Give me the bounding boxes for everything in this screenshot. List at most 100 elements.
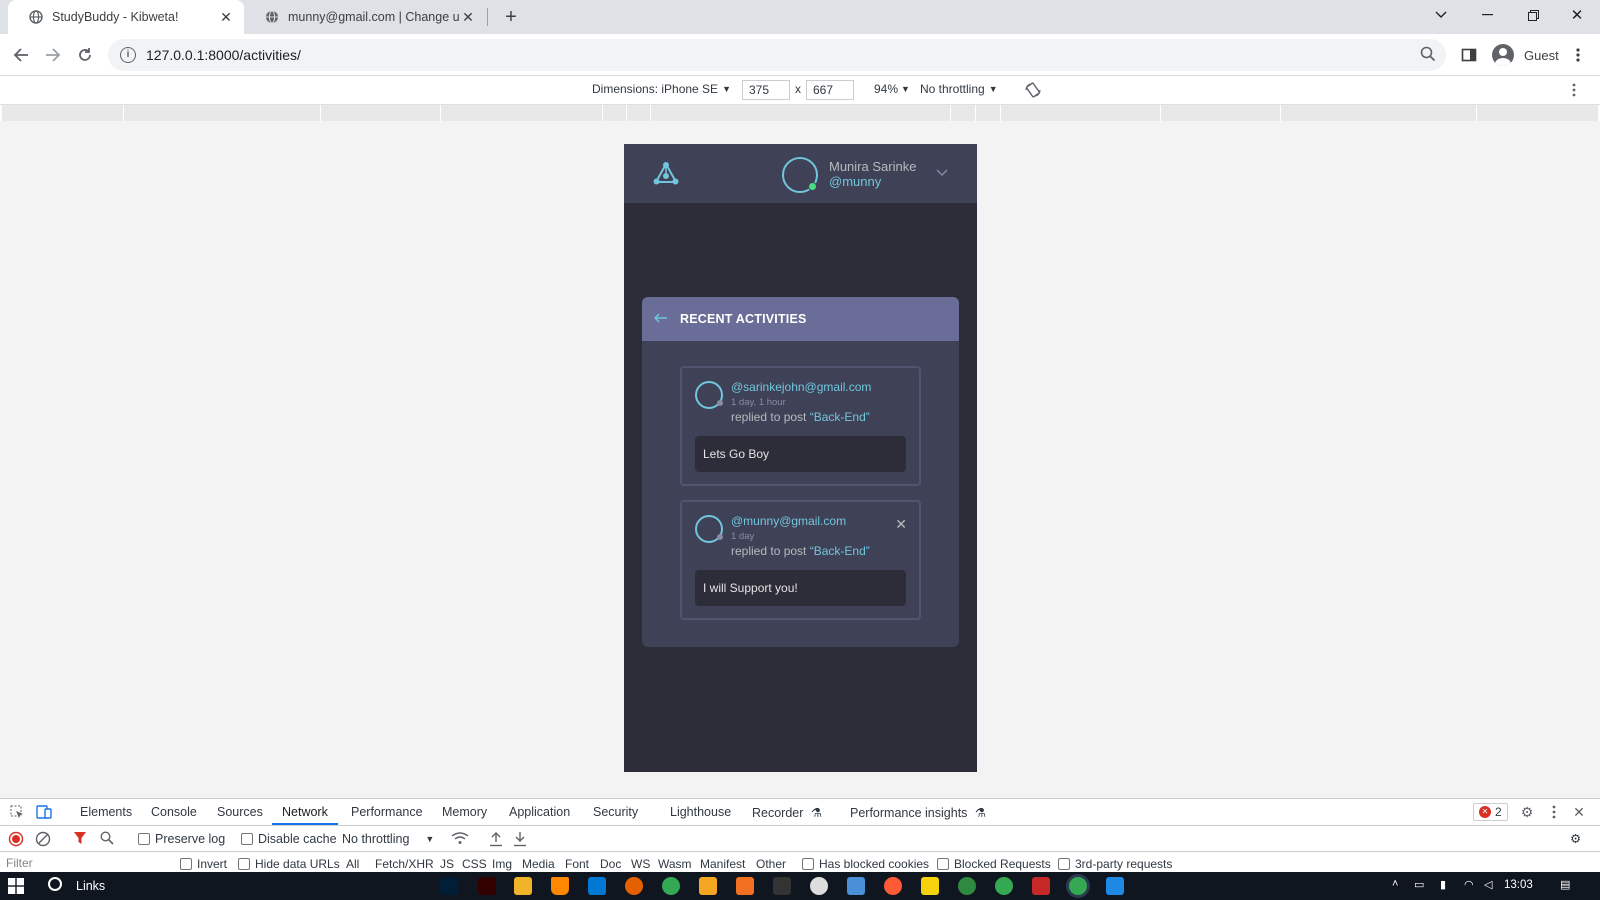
studybuddy-logo-icon[interactable] bbox=[652, 160, 680, 188]
chrome-active-icon[interactable] bbox=[1069, 877, 1087, 895]
checkbox-box[interactable] bbox=[180, 858, 192, 870]
kebab-menu-icon[interactable] bbox=[1568, 42, 1588, 68]
inspect-element-icon[interactable] bbox=[8, 804, 26, 820]
chevron-down-icon[interactable] bbox=[936, 166, 948, 180]
settings-gear-icon[interactable]: ⚙ bbox=[1518, 804, 1536, 820]
taskbar-search-icon[interactable] bbox=[48, 877, 62, 891]
hide-data-urls-checkbox[interactable]: Hide data URLs bbox=[238, 857, 340, 871]
activity-post-link[interactable]: “Back-End” bbox=[810, 410, 870, 424]
network-settings-icon[interactable]: ⚙ bbox=[1570, 831, 1581, 846]
sublime-icon[interactable] bbox=[699, 877, 717, 895]
close-window-icon[interactable]: ✕ bbox=[1554, 0, 1600, 30]
device-toolbar-icon[interactable] bbox=[35, 804, 53, 820]
devtools-tab-network[interactable]: Network bbox=[282, 805, 328, 819]
filter-type-css[interactable]: CSS bbox=[462, 857, 487, 871]
rotate-icon[interactable] bbox=[1024, 81, 1042, 99]
filter-type-js[interactable]: JS bbox=[440, 857, 454, 871]
blocked-requests-checkbox[interactable]: Blocked Requests bbox=[937, 857, 1051, 871]
back-icon[interactable] bbox=[8, 42, 34, 68]
app-circle-icon[interactable] bbox=[810, 877, 828, 895]
vscode-icon[interactable] bbox=[588, 877, 606, 895]
close-tab-icon[interactable]: ✕ bbox=[460, 9, 476, 25]
filter-type-media[interactable]: Media bbox=[522, 857, 555, 871]
chrome-icon[interactable] bbox=[662, 877, 680, 895]
devtools-tab-performance[interactable]: Performance bbox=[351, 805, 423, 819]
taskbar-clock[interactable]: 13:03 bbox=[1504, 879, 1533, 891]
activity-avatar[interactable] bbox=[695, 381, 723, 409]
preserve-log-checkbox[interactable]: Preserve log bbox=[138, 832, 225, 846]
throttling-select[interactable]: No throttling ▼ bbox=[920, 82, 998, 96]
address-bar[interactable]: i 127.0.0.1:8000/activities/ bbox=[108, 39, 1446, 71]
virtualbox-icon[interactable] bbox=[847, 877, 865, 895]
clear-icon[interactable] bbox=[35, 831, 51, 847]
delete-activity-icon[interactable]: ✕ bbox=[895, 516, 907, 533]
chrome-icon[interactable] bbox=[995, 877, 1013, 895]
export-har-icon[interactable] bbox=[513, 831, 527, 847]
activity-user[interactable]: @munny@gmail.com bbox=[731, 514, 846, 528]
tab-studybuddy[interactable]: StudyBuddy - Kibweta! ✕ bbox=[8, 0, 244, 34]
filter-type-other[interactable]: Other bbox=[756, 857, 786, 871]
filter-type-font[interactable]: Font bbox=[565, 857, 589, 871]
filter-type-wasm[interactable]: Wasm bbox=[658, 857, 692, 871]
checkbox-box[interactable] bbox=[138, 833, 150, 845]
new-tab-button[interactable]: + bbox=[500, 6, 522, 28]
devtools-tab-performance-insights[interactable]: Performance insights ⚗ bbox=[850, 805, 986, 820]
invert-checkbox[interactable]: Invert bbox=[180, 857, 227, 871]
devtools-tab-console[interactable]: Console bbox=[151, 805, 197, 819]
filter-type-fetch-xhr[interactable]: Fetch/XHR bbox=[375, 857, 434, 871]
search-icon[interactable] bbox=[100, 831, 114, 845]
devtools-tab-elements[interactable]: Elements bbox=[80, 805, 132, 819]
volume-icon[interactable]: ◁ bbox=[1484, 878, 1492, 891]
vlc-icon[interactable] bbox=[551, 877, 569, 895]
filter-type-ws[interactable]: WS bbox=[631, 857, 650, 871]
filter-type-img[interactable]: Img bbox=[492, 857, 512, 871]
zoom-icon[interactable] bbox=[1420, 46, 1436, 66]
checkbox-box[interactable] bbox=[238, 858, 250, 870]
disable-cache-checkbox[interactable]: Disable cache bbox=[241, 832, 337, 846]
reload-icon[interactable] bbox=[72, 42, 98, 68]
minimize-icon[interactable] bbox=[1464, 0, 1510, 30]
close-tab-icon[interactable]: ✕ bbox=[218, 9, 234, 25]
windows-start-icon[interactable] bbox=[8, 878, 24, 894]
activity-user[interactable]: @sarinkejohn@gmail.com bbox=[731, 380, 871, 394]
checkbox-box[interactable] bbox=[1058, 858, 1070, 870]
checkbox-box[interactable] bbox=[241, 833, 253, 845]
wifi-icon[interactable]: ◠ bbox=[1464, 878, 1474, 891]
app-blue-icon[interactable] bbox=[1106, 877, 1124, 895]
checkbox-box[interactable] bbox=[937, 858, 949, 870]
close-devtools-icon[interactable]: ✕ bbox=[1570, 804, 1588, 820]
checkbox-box[interactable] bbox=[802, 858, 814, 870]
dimensions-select[interactable]: Dimensions: iPhone SE ▼ bbox=[592, 82, 731, 96]
notifications-icon[interactable]: ▤ bbox=[1560, 878, 1570, 891]
photoshop-icon[interactable] bbox=[440, 877, 458, 895]
terminal-icon[interactable] bbox=[773, 877, 791, 895]
filter-input[interactable]: Filter bbox=[6, 856, 33, 870]
devtools-tab-lighthouse[interactable]: Lighthouse bbox=[670, 805, 731, 819]
site-info-icon[interactable]: i bbox=[120, 47, 136, 63]
devtools-menu-icon[interactable] bbox=[1545, 804, 1563, 820]
restore-icon[interactable] bbox=[1510, 0, 1556, 30]
third-party-checkbox[interactable]: 3rd-party requests bbox=[1058, 857, 1172, 871]
device-more-icon[interactable] bbox=[1572, 83, 1576, 97]
has-blocked-cookies-checkbox[interactable]: Has blocked cookies bbox=[802, 857, 929, 871]
devtools-tab-memory[interactable]: Memory bbox=[442, 805, 487, 819]
tab-search-icon[interactable] bbox=[1418, 0, 1464, 30]
taskbar-links-label[interactable]: Links bbox=[76, 879, 105, 893]
filter-icon[interactable] bbox=[73, 831, 87, 845]
filter-type-manifest[interactable]: Manifest bbox=[700, 857, 745, 871]
filter-type-all[interactable]: All bbox=[346, 857, 359, 871]
activity-avatar[interactable] bbox=[695, 515, 723, 543]
side-panel-icon[interactable] bbox=[1456, 42, 1482, 68]
profile-button[interactable]: Guest bbox=[1488, 39, 1560, 71]
sticky-notes-icon[interactable] bbox=[921, 877, 939, 895]
network-conditions-icon[interactable] bbox=[451, 831, 469, 845]
xampp-icon[interactable] bbox=[736, 877, 754, 895]
width-input[interactable] bbox=[742, 80, 790, 100]
file-explorer-icon[interactable] bbox=[514, 877, 532, 895]
height-input[interactable] bbox=[806, 80, 854, 100]
devtools-tab-sources[interactable]: Sources bbox=[217, 805, 263, 819]
devtools-tab-recorder[interactable]: Recorder ⚗ bbox=[752, 805, 822, 820]
illustrator-icon[interactable] bbox=[478, 877, 496, 895]
forward-icon[interactable] bbox=[40, 42, 66, 68]
filter-type-doc[interactable]: Doc bbox=[600, 857, 621, 871]
